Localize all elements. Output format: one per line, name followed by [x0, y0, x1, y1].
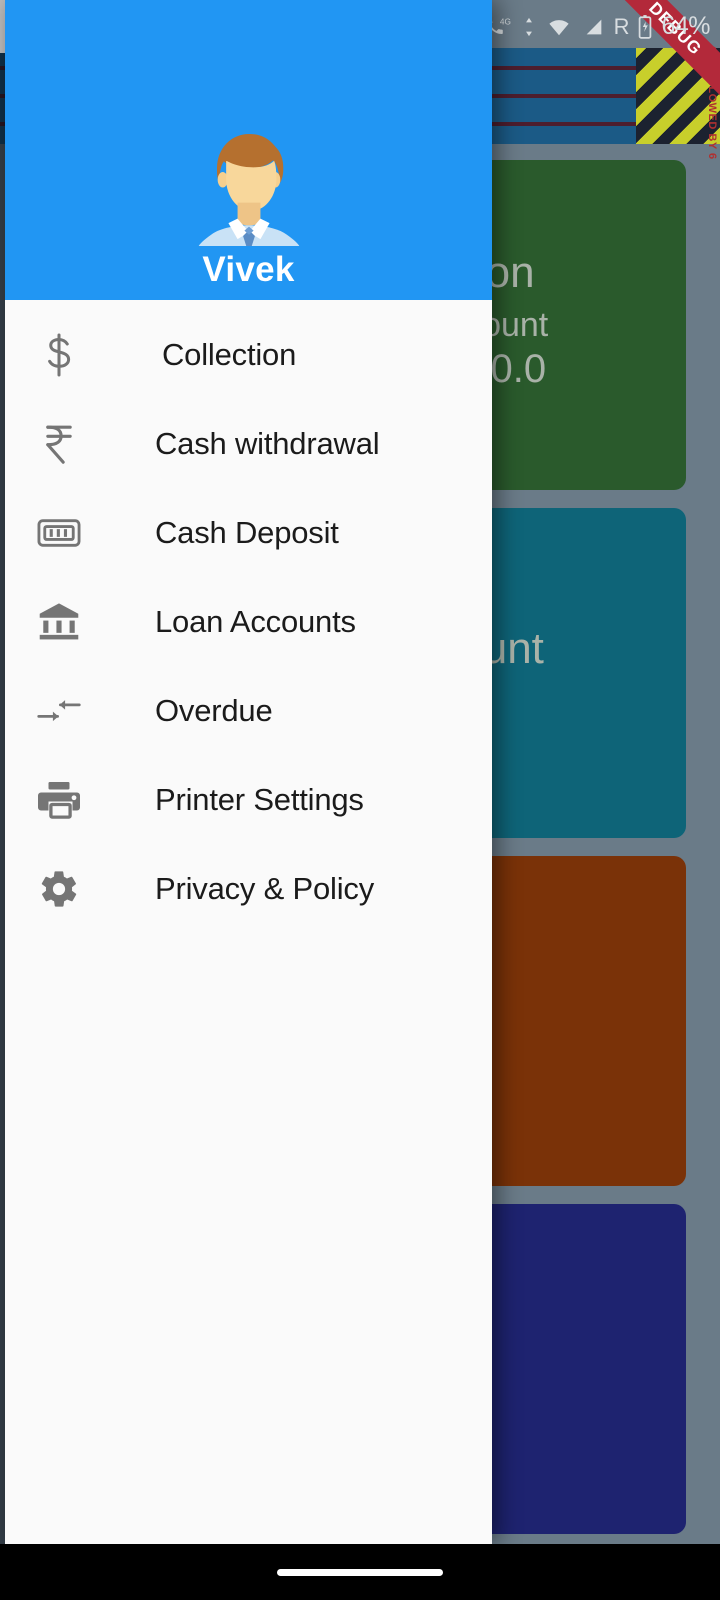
- signal-icon: [581, 16, 607, 38]
- user-avatar-icon: [174, 118, 324, 246]
- menu-item-label: Privacy & Policy: [155, 870, 375, 906]
- roaming-indicator: R: [613, 13, 630, 39]
- menu-item-label: Cash withdrawal: [155, 425, 380, 461]
- gear-icon: [35, 865, 83, 913]
- menu-item-label: Loan Accounts: [155, 603, 356, 639]
- battery-icon: [636, 14, 654, 40]
- home-gesture-pill[interactable]: [277, 1568, 443, 1576]
- bank-icon: [35, 598, 83, 646]
- svg-text:4G: 4G: [499, 17, 510, 26]
- drawer-username: Vivek: [202, 250, 295, 289]
- drawer-header: Vivek: [5, 0, 492, 300]
- banknote-icon: [35, 509, 83, 557]
- menu-item-label: Collection: [162, 336, 297, 372]
- data-transfer-icon: [521, 16, 537, 38]
- rupee-sign-icon: [35, 420, 83, 468]
- menu-item-printer-settings[interactable]: Printer Settings: [5, 755, 492, 844]
- menu-item-overdue[interactable]: Overdue: [5, 666, 492, 755]
- status-bar-icons: 4G R 64%: [453, 0, 720, 53]
- system-navigation-bar: [0, 1544, 720, 1600]
- menu-item-label: Overdue: [155, 692, 273, 728]
- menu-item-collection[interactable]: Collection: [5, 310, 492, 399]
- printer-icon: [35, 776, 83, 824]
- drawer-menu: Collection Cash withdrawal Cash Deposit …: [5, 300, 492, 1544]
- compare-arrows-icon: [35, 687, 83, 735]
- wifi-icon: [544, 16, 574, 38]
- menu-item-cash-deposit[interactable]: Cash Deposit: [5, 488, 492, 577]
- menu-item-label: Cash Deposit: [155, 514, 339, 550]
- menu-item-privacy-policy[interactable]: Privacy & Policy: [5, 844, 492, 933]
- phone-screen: s://portal.dha OVERFLOWED BY 6 DEBUG Tod…: [0, 0, 720, 1600]
- menu-item-label: Printer Settings: [155, 781, 364, 817]
- menu-item-loan-accounts[interactable]: Loan Accounts: [5, 577, 492, 666]
- navigation-drawer: Vivek Collection Cash withdrawal Cash De…: [5, 0, 492, 1544]
- battery-percent-label: 64%: [661, 12, 710, 40]
- dollar-sign-icon: [35, 331, 83, 379]
- menu-item-cash-withdrawal[interactable]: Cash withdrawal: [5, 399, 492, 488]
